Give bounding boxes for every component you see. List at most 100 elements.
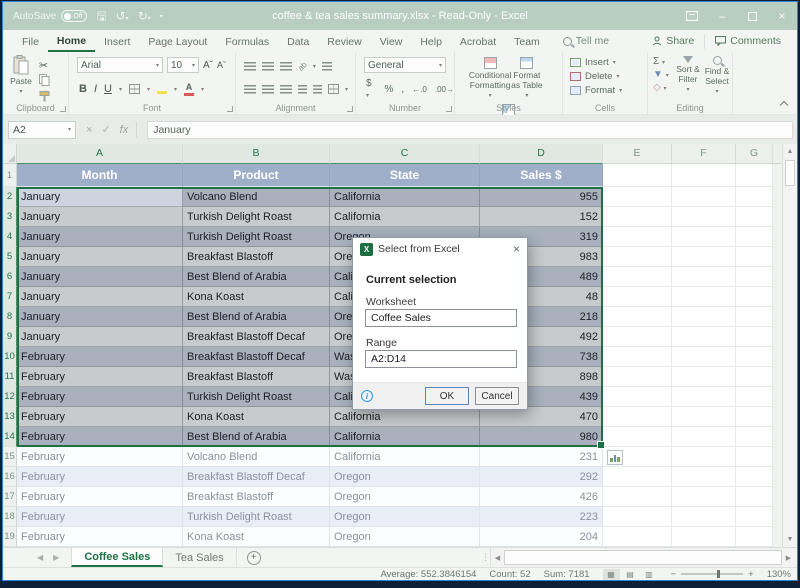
clipboard-dialog-launcher-icon[interactable] <box>60 106 66 112</box>
zoom-thumb[interactable] <box>717 570 720 578</box>
cell-D17[interactable]: 426 <box>480 487 603 507</box>
row-header-2[interactable]: 2 <box>3 187 17 207</box>
cell-A15[interactable]: February <box>17 447 183 467</box>
borders-icon[interactable] <box>129 84 140 94</box>
cell-E16[interactable] <box>603 467 672 487</box>
cell-F5[interactable] <box>672 247 736 267</box>
worksheet-input[interactable]: Coffee Sales <box>365 309 517 327</box>
scroll-up-icon[interactable]: ▲ <box>783 145 797 158</box>
cell-G13[interactable] <box>736 407 773 427</box>
close-button[interactable]: × <box>767 2 797 30</box>
save-icon[interactable]: 🖫 <box>96 10 106 22</box>
cell-C13[interactable]: California <box>330 407 480 427</box>
cell-G15[interactable] <box>736 447 773 467</box>
share-button[interactable]: Share <box>642 34 704 49</box>
bold-button[interactable]: B <box>79 83 87 95</box>
align-middle-icon[interactable] <box>262 62 274 71</box>
cell-D15[interactable]: 231 <box>480 447 603 467</box>
cell-A13[interactable]: February <box>17 407 183 427</box>
cell-A8[interactable]: January <box>17 307 183 327</box>
cell-B4[interactable]: Turkish Delight Roast <box>183 227 330 247</box>
row-header-16[interactable]: 16 <box>3 467 17 487</box>
cell-E18[interactable] <box>603 507 672 527</box>
cell-F11[interactable] <box>672 367 736 387</box>
italic-button[interactable]: I <box>94 83 97 95</box>
insert-cells-button[interactable]: Insert ▾ <box>570 56 647 69</box>
cell-F2[interactable] <box>672 187 736 207</box>
align-center-icon[interactable] <box>262 85 274 94</box>
row-header-11[interactable]: 11 <box>3 367 17 387</box>
cell-F7[interactable] <box>672 287 736 307</box>
row-header-3[interactable]: 3 <box>3 207 17 227</box>
ribbon-tab-acrobat[interactable]: Acrobat <box>451 32 505 51</box>
scroll-right-icon[interactable]: ▶ <box>782 548 795 567</box>
quick-analysis-button[interactable] <box>607 450 623 465</box>
redo-button[interactable]: ↻▾ <box>138 10 151 23</box>
cell-F6[interactable] <box>672 267 736 287</box>
cell-A4[interactable]: January <box>17 227 183 247</box>
increase-decimal-button[interactable]: ←.0 <box>412 85 427 94</box>
fill-color-button[interactable] <box>157 85 167 94</box>
cell-B6[interactable]: Best Blend of Arabia <box>183 267 330 287</box>
enter-entry-icon[interactable]: ✓ <box>101 123 110 136</box>
delete-cells-button[interactable]: Delete ▾ <box>570 70 647 83</box>
number-format-combobox[interactable]: General▾ <box>364 57 446 73</box>
align-right-icon[interactable] <box>280 85 292 94</box>
minimize-button[interactable]: – <box>707 2 737 30</box>
ok-button[interactable]: OK <box>425 387 469 405</box>
cell-B7[interactable]: Kona Koast <box>183 287 330 307</box>
cell-B16[interactable]: Breakfast Blastoff Decaf <box>183 467 330 487</box>
cell-E19[interactable] <box>603 527 672 547</box>
cell-D14[interactable]: 980 <box>480 427 603 447</box>
header-cell-product[interactable]: Product <box>183 164 330 187</box>
align-left-icon[interactable] <box>244 85 256 94</box>
page-layout-view-button[interactable]: ▤ <box>622 569 639 580</box>
cell-C14[interactable]: California <box>330 427 480 447</box>
vertical-scroll-thumb[interactable] <box>785 160 795 186</box>
column-header-f[interactable]: F <box>672 144 736 164</box>
ribbon-tab-data[interactable]: Data <box>278 32 318 51</box>
info-icon[interactable]: i <box>361 390 373 402</box>
cell-E8[interactable] <box>603 307 672 327</box>
cell-A12[interactable]: February <box>17 387 183 407</box>
cell-G16[interactable] <box>736 467 773 487</box>
alignment-dialog-launcher-icon[interactable] <box>347 106 353 112</box>
underline-dropdown-icon[interactable]: ▾ <box>119 86 122 93</box>
cell-E10[interactable] <box>603 347 672 367</box>
cell-A17[interactable]: February <box>17 487 183 507</box>
sort-filter-button[interactable]: Sort & Filter ▾ <box>674 56 702 93</box>
cell-E17[interactable] <box>603 487 672 507</box>
cancel-entry-icon[interactable]: × <box>86 124 92 136</box>
select-all-corner[interactable] <box>3 144 17 164</box>
comments-button[interactable]: Comments <box>704 34 791 49</box>
cell-E2[interactable] <box>603 187 672 207</box>
cell-A3[interactable]: January <box>17 207 183 227</box>
header-cell-sales-[interactable]: Sales $ <box>480 164 603 187</box>
cell-F13[interactable] <box>672 407 736 427</box>
cell-A11[interactable]: February <box>17 367 183 387</box>
cell-B18[interactable]: Turkish Delight Roast <box>183 507 330 527</box>
column-header-d[interactable]: D <box>480 144 603 164</box>
undo-dropdown-icon[interactable]: ▾ <box>126 16 129 22</box>
column-header-b[interactable]: B <box>183 144 330 164</box>
cell-D16[interactable]: 292 <box>480 467 603 487</box>
cell-A6[interactable]: January <box>17 267 183 287</box>
cell-A7[interactable]: January <box>17 287 183 307</box>
column-header-g[interactable]: G <box>736 144 773 164</box>
format-as-table-button[interactable]: Format as Table ▾ <box>510 57 544 99</box>
cell-G14[interactable] <box>736 427 773 447</box>
dialog-close-icon[interactable]: × <box>513 243 520 255</box>
cell-E9[interactable] <box>603 327 672 347</box>
cell-G10[interactable] <box>736 347 773 367</box>
fill-color-dropdown-icon[interactable]: ▾ <box>174 86 177 93</box>
row-header-6[interactable]: 6 <box>3 267 17 287</box>
cell-D19[interactable]: 204 <box>480 527 603 547</box>
cell-E12[interactable] <box>603 387 672 407</box>
row-header-9[interactable]: 9 <box>3 327 17 347</box>
cell-E5[interactable] <box>603 247 672 267</box>
cell-B10[interactable]: Breakfast Blastoff Decaf <box>183 347 330 367</box>
decrease-decimal-button[interactable]: .00→ <box>435 85 454 94</box>
cell-G12[interactable] <box>736 387 773 407</box>
cell-B2[interactable]: Volcano Blend <box>183 187 330 207</box>
cell-F19[interactable] <box>672 527 736 547</box>
